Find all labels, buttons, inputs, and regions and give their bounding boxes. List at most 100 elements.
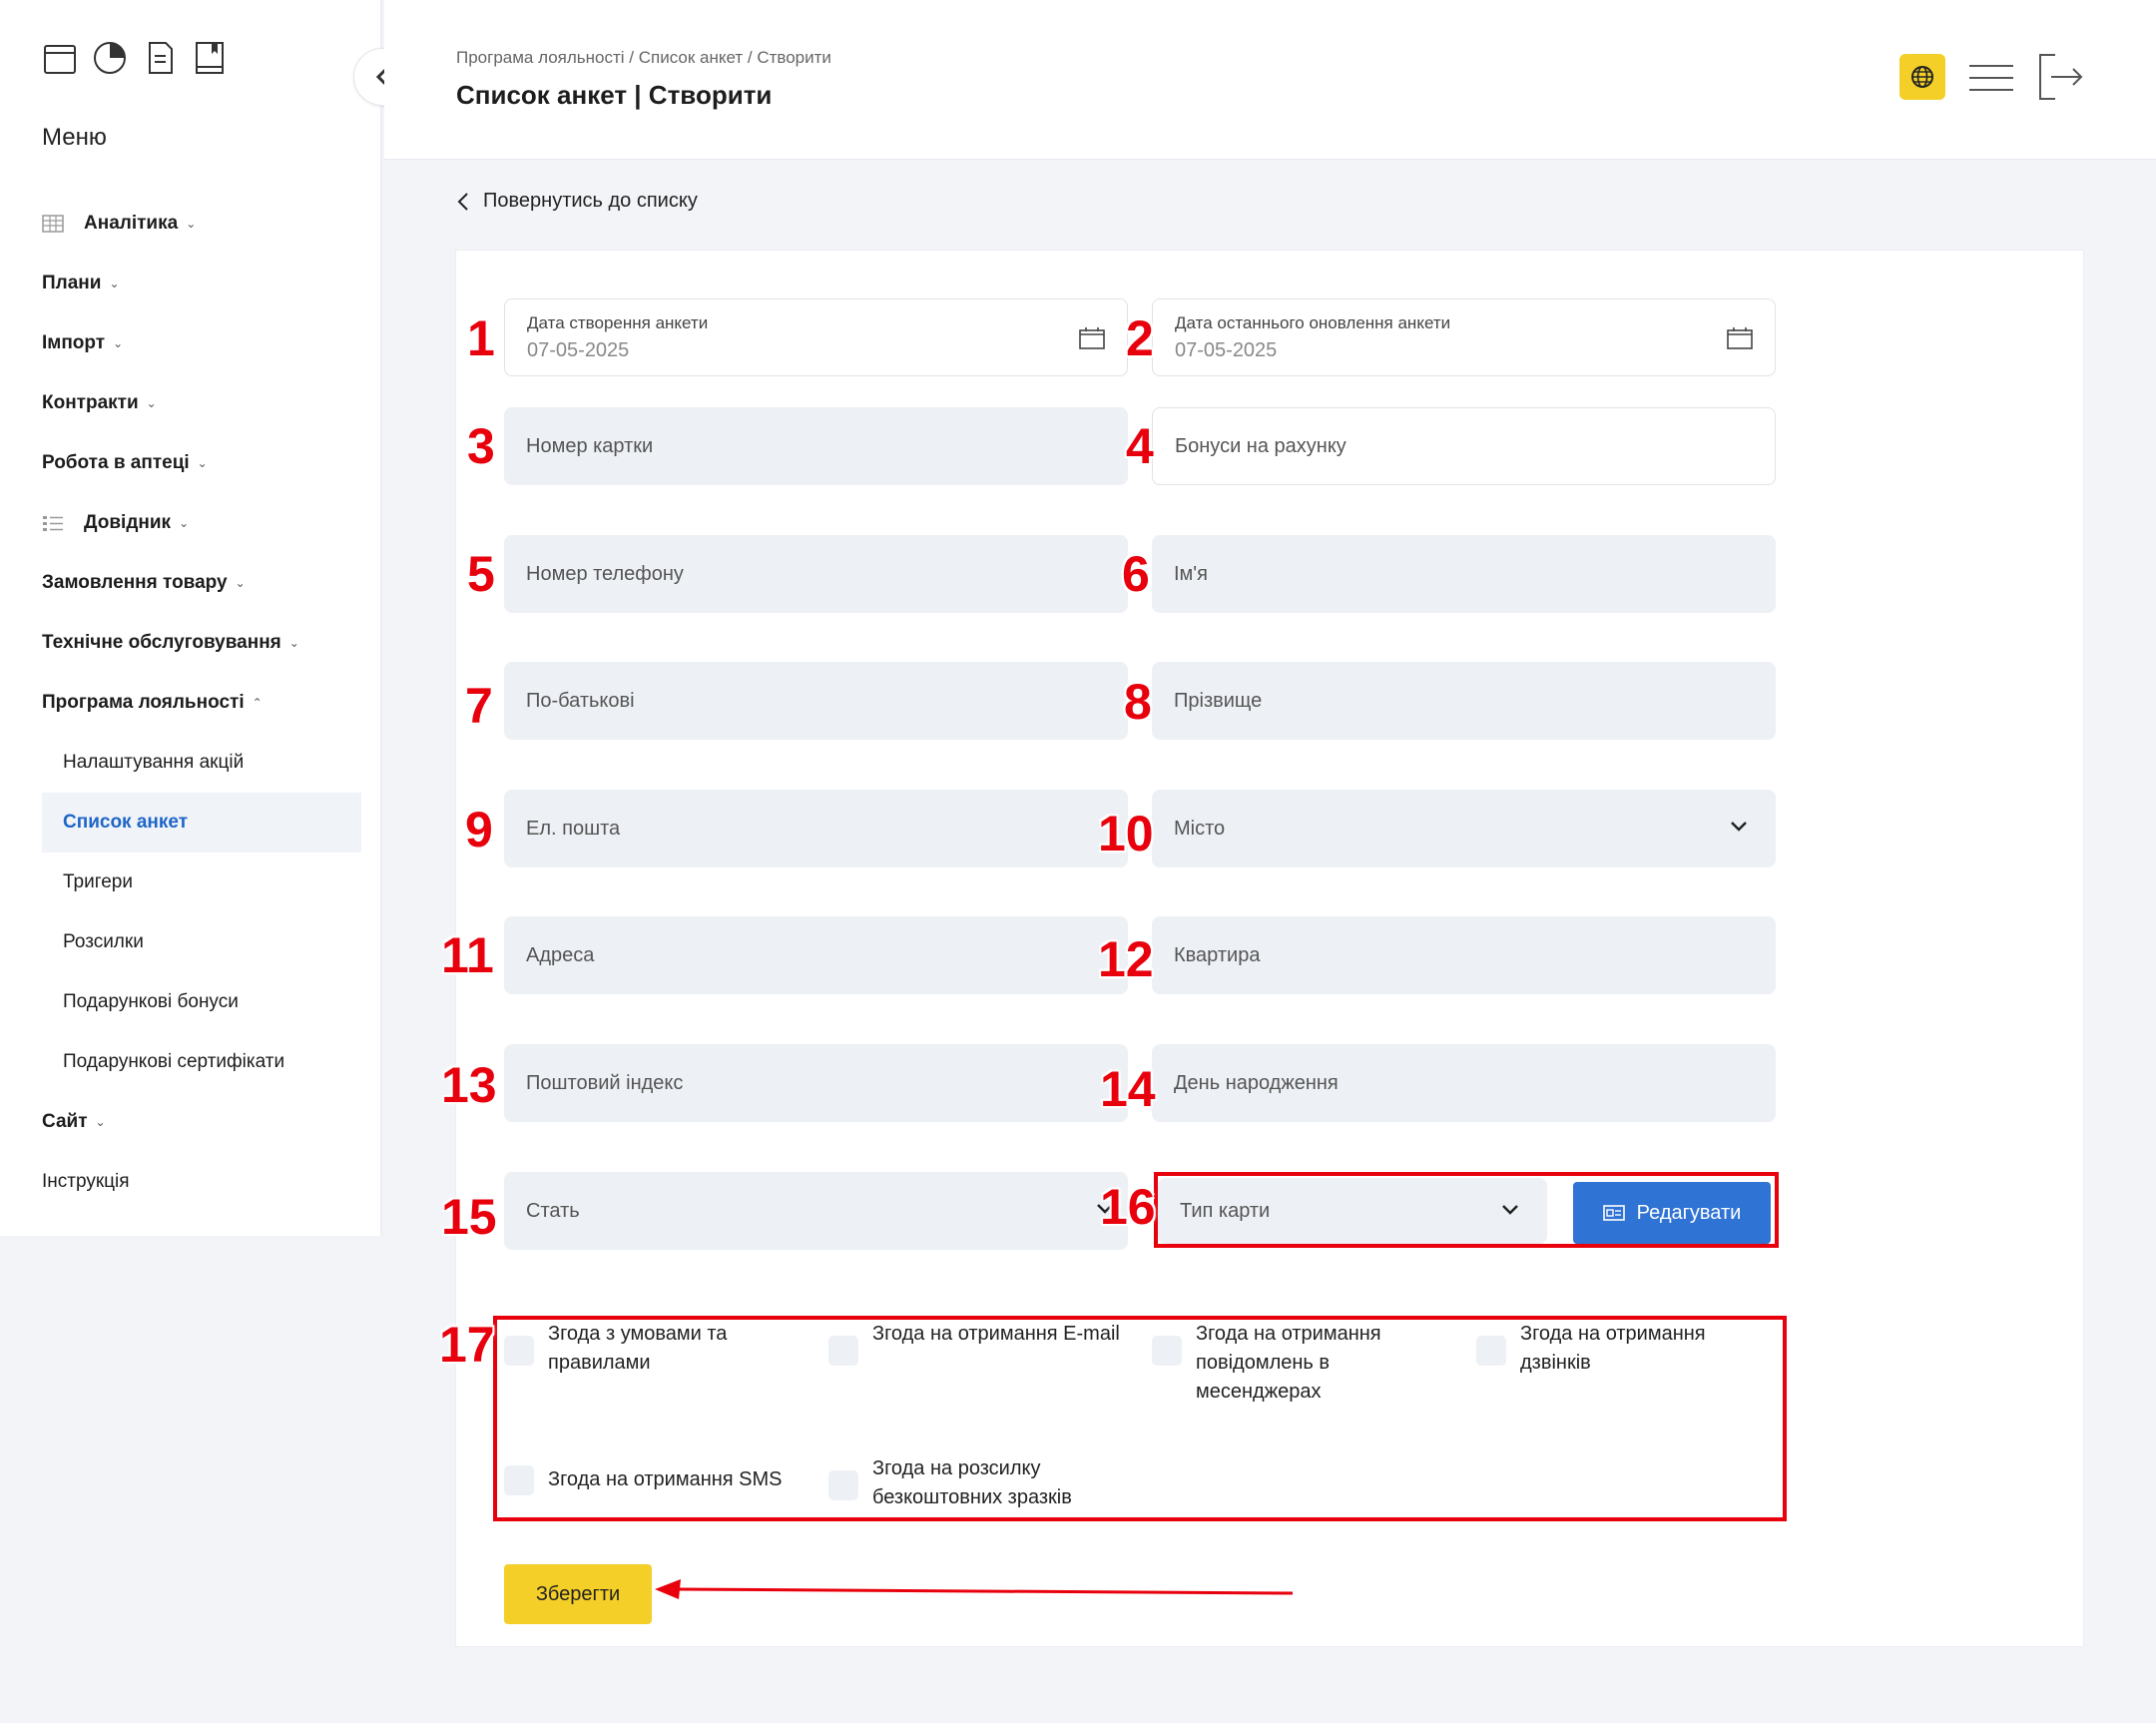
annotation-number-13: 13: [441, 1057, 497, 1113]
birthday-input[interactable]: День народження: [1152, 1044, 1776, 1122]
sidebar-item-label: Сайт: [42, 1111, 88, 1132]
annotation-number-7: 7: [465, 678, 493, 734]
sidebar-item-maintenance[interactable]: Технічне обслуговування ⌄: [42, 613, 361, 673]
sidebar-item-pharmacy-work[interactable]: Робота в аптеці ⌄: [42, 433, 361, 493]
consent-calls-checkbox[interactable]: [1476, 1336, 1506, 1366]
consent-label: Згода на отримання дзвінків: [1520, 1323, 1706, 1374]
back-to-list-link[interactable]: Повернутись до списку: [457, 190, 698, 213]
created-date-value: 07-05-2025: [527, 338, 630, 361]
sidebar: Меню Аналітика ⌄ Плани ⌄ Імпорт ⌄ Контракти…: [0, 0, 382, 1236]
list-icon: [43, 516, 63, 531]
apartment-input[interactable]: Квартира: [1152, 916, 1776, 994]
chevron-left-icon: [457, 192, 468, 211]
consent-terms[interactable]: Згода з умовами та правилами: [504, 1320, 804, 1378]
annotation-number-1: 1: [467, 310, 495, 366]
language-button[interactable]: [1899, 54, 1945, 100]
sidebar-subitem-gift-bonuses[interactable]: Подарункові бонуси: [42, 972, 361, 1032]
patronymic-input[interactable]: По-батькові: [504, 662, 1128, 740]
box-icon[interactable]: [42, 40, 78, 76]
book-icon[interactable]: [192, 40, 228, 76]
bonuses-input[interactable]: Бонуси на рахунку: [1152, 407, 1776, 485]
sidebar-item-label: Імпорт: [42, 332, 106, 353]
sidebar-item-label: Плани: [42, 273, 102, 293]
sidebar-item-site[interactable]: Сайт ⌄: [42, 1092, 361, 1152]
annotation-number-10: 10: [1098, 806, 1154, 862]
sidebar-item-instruction[interactable]: Інструкція: [42, 1152, 361, 1212]
save-button[interactable]: Зберегти: [504, 1564, 652, 1624]
sidebar-item-label: Контракти: [42, 392, 139, 413]
sidebar-item-import[interactable]: Імпорт ⌄: [42, 313, 361, 373]
page-title: Список анкет | Створити: [456, 80, 773, 110]
annotation-number-12: 12: [1098, 931, 1154, 987]
consent-messengers[interactable]: Згода на отримання повідомлень в месендж…: [1152, 1320, 1451, 1407]
updated-date-field[interactable]: Дата останнього оновлення анкети 07-05-2…: [1152, 298, 1776, 376]
sidebar-item-analytics[interactable]: Аналітика ⌄: [42, 194, 361, 254]
chevron-down-icon: ⌄: [197, 456, 208, 470]
annotation-number-8: 8: [1124, 674, 1152, 730]
breadcrumb: Програма лояльності / Список анкет / Ств…: [456, 48, 831, 67]
consent-label: Згода на отримання E-mail: [872, 1323, 1120, 1345]
sidebar-item-label: Технічне обслуговування: [42, 632, 281, 653]
city-select-value: Місто: [1174, 817, 1226, 840]
email-input[interactable]: Ел. пошта: [504, 790, 1128, 867]
consent-email[interactable]: Згода на отримання E-mail: [828, 1320, 1128, 1366]
consent-label: Згода на отримання SMS: [548, 1468, 783, 1490]
consent-messengers-checkbox[interactable]: [1152, 1336, 1182, 1366]
sidebar-item-reference[interactable]: Довідник ⌄: [42, 493, 361, 553]
sidebar-item-label: Програма лояльності: [42, 692, 245, 713]
calendar-icon[interactable]: [1079, 327, 1105, 349]
document-icon[interactable]: [142, 40, 178, 76]
sidebar-subitem-gift-certificates[interactable]: Подарункові сертифікати: [42, 1032, 361, 1092]
sidebar-item-loyalty[interactable]: Програма лояльності ⌃: [42, 673, 361, 733]
last-name-input[interactable]: Прізвище: [1152, 662, 1776, 740]
sidebar-subitem-forms-list[interactable]: Список анкет: [42, 793, 361, 853]
back-link-label: Повернутись до списку: [483, 190, 698, 212]
card-number-input[interactable]: Номер картки: [504, 407, 1128, 485]
chevron-down-icon: [1731, 822, 1747, 832]
hamburger-menu-icon[interactable]: [1967, 58, 2015, 98]
sidebar-nav: Аналітика ⌄ Плани ⌄ Імпорт ⌄ Контракти ⌄ Роб…: [42, 194, 361, 1212]
gender-select-value: Стать: [526, 1199, 580, 1222]
first-name-input[interactable]: Ім'я: [1152, 535, 1776, 613]
consent-sms[interactable]: Згода на отримання SMS: [504, 1465, 823, 1495]
annotation-number-9: 9: [465, 802, 493, 858]
annotation-number-14: 14: [1100, 1061, 1156, 1117]
created-date-label: Дата створення анкети: [527, 312, 709, 332]
chevron-down-icon: ⌄: [113, 336, 124, 350]
sidebar-subitem-triggers[interactable]: Тригери: [42, 853, 361, 912]
sidebar-item-contracts[interactable]: Контракти ⌄: [42, 373, 361, 433]
calendar-icon[interactable]: [1727, 327, 1753, 349]
consent-label: Згода з умовами та правилами: [548, 1323, 728, 1374]
sidebar-item-plans[interactable]: Плани ⌄: [42, 254, 361, 313]
annotation-box-16: [1154, 1172, 1779, 1248]
consent-samples[interactable]: Згода на розсилку безкоштовних зразків: [828, 1454, 1128, 1512]
sidebar-top-icons: [42, 40, 228, 76]
postal-code-input[interactable]: Поштовий індекс: [504, 1044, 1128, 1122]
address-input[interactable]: Адреса: [504, 916, 1128, 994]
consent-email-checkbox[interactable]: [828, 1336, 858, 1366]
annotation-number-5: 5: [467, 546, 495, 602]
header: Програма лояльності / Список анкет / Ств…: [384, 0, 2156, 160]
annotation-number-6: 6: [1122, 546, 1150, 602]
sidebar-subitem-promo-settings[interactable]: Налаштування акцій: [42, 733, 361, 793]
chevron-down-icon: ⌄: [109, 277, 120, 290]
sidebar-subitem-mailings[interactable]: Розсилки: [42, 912, 361, 972]
phone-input[interactable]: Номер телефону: [504, 535, 1128, 613]
chevron-down-icon: ⌄: [146, 396, 157, 410]
consent-terms-checkbox[interactable]: [504, 1336, 534, 1366]
updated-date-label: Дата останнього оновлення анкети: [1175, 312, 1451, 332]
consent-sms-checkbox[interactable]: [504, 1465, 534, 1495]
chevron-down-icon: ⌄: [186, 217, 197, 231]
sidebar-item-label: Аналітика: [84, 213, 179, 234]
consent-samples-checkbox[interactable]: [828, 1470, 858, 1500]
consent-label: Згода на отримання повідомлень в месендж…: [1196, 1323, 1381, 1403]
annotation-number-11: 11: [441, 927, 494, 983]
gender-select[interactable]: Стать: [504, 1172, 1128, 1250]
city-select[interactable]: Місто: [1152, 790, 1776, 867]
table-icon: [42, 215, 64, 233]
logout-icon[interactable]: [2037, 52, 2085, 102]
pie-chart-icon[interactable]: [92, 40, 128, 76]
sidebar-item-orders[interactable]: Замовлення товару ⌄: [42, 553, 361, 613]
created-date-field[interactable]: Дата створення анкети 07-05-2025: [504, 298, 1128, 376]
consent-calls[interactable]: Згода на отримання дзвінків: [1476, 1320, 1776, 1378]
